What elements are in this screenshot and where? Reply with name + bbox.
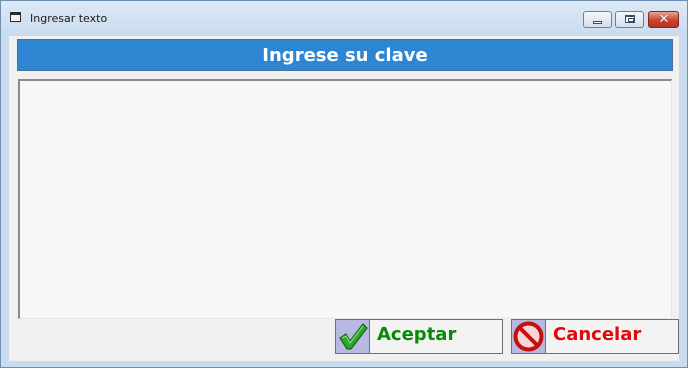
cancel-label: Cancelar [553,324,642,345]
maximize-button[interactable] [615,11,644,28]
checkmark-icon [336,320,370,353]
close-button[interactable]: ✕ [648,11,679,28]
window-title: Ingresar texto [30,12,108,25]
dialog-body: Ingrese su clave Aceptar Cancelar [9,36,679,361]
maximize-icon [625,15,635,23]
minimize-button[interactable] [583,11,612,28]
prompt-title: Ingrese su clave [262,44,428,66]
close-icon: ✕ [658,12,670,27]
title-bar[interactable]: Ingresar texto ✕ [1,1,687,36]
prompt-header: Ingrese su clave [17,39,673,71]
accept-button[interactable]: Aceptar [335,319,503,354]
accept-label: Aceptar [377,324,457,345]
no-entry-icon [512,320,546,353]
password-input[interactable] [18,79,672,319]
minimize-icon [593,21,602,24]
cancel-button[interactable]: Cancelar [511,319,679,354]
dialog-window: Ingresar texto ✕ Ingrese su clave Acepta… [0,0,688,368]
window-icon[interactable] [10,12,21,22]
